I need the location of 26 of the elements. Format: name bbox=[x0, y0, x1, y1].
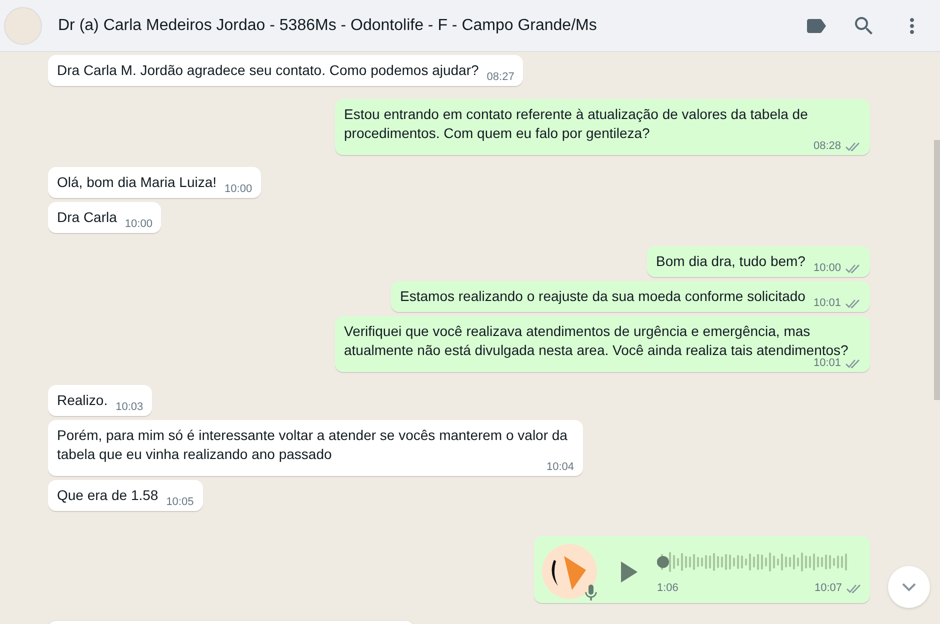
message-text: Que era de 1.58 bbox=[57, 486, 158, 505]
message-time: 10:05 bbox=[166, 495, 194, 509]
message-time: 10:00 bbox=[224, 182, 252, 196]
message-time: 08:27 bbox=[486, 70, 514, 84]
message-text: Dra Carla M. Jordão agradece seu contato. Como podemos ajudar? bbox=[57, 61, 479, 80]
message-time: 10:00 bbox=[124, 217, 152, 231]
message-text: Estou entrando em contato referente à atualização de valores da tabela de procedimentos. Com quem eu falo por gentileza? bbox=[344, 105, 809, 143]
message-text: Bom dia dra, tudo bem? bbox=[656, 252, 806, 271]
message-text: Dra Carla bbox=[57, 208, 117, 227]
chat-title: Dr (a) Carla Medeiros Jordao - 5386Ms - Odontolife - F - Campo Grande/Ms bbox=[58, 16, 597, 36]
message-time: 10:07 bbox=[814, 581, 842, 596]
message-time: 10:03 bbox=[116, 400, 144, 414]
message-text: Realizo. bbox=[57, 391, 108, 410]
scrollbar[interactable] bbox=[934, 140, 940, 400]
message-time: 10:04 bbox=[546, 460, 574, 474]
message-text: Estamos realizando o reajuste da sua moeda conforme solicitado bbox=[400, 287, 806, 306]
message-text: Porém, para mim só é interessante voltar a atender se vocês manterem o valor da tabela que eu vinha realizando ano passado bbox=[57, 426, 568, 462]
playback-thumb[interactable] bbox=[657, 556, 669, 568]
message-time: 10:00 bbox=[813, 261, 841, 275]
chevron-down-icon bbox=[902, 582, 916, 592]
message-time: 08:28 bbox=[813, 139, 841, 153]
message-text: Verifiquei que você realizava atendimentos de urgência e emergência, mas atualmente não está divulgada nesta area. Você ainda realiza tais atendimentos? bbox=[344, 322, 850, 358]
message-time: 10:01 bbox=[813, 296, 841, 310]
message-time: 10:01 bbox=[813, 356, 841, 370]
message-text: Olá, bom dia Maria Luiza! bbox=[57, 173, 217, 192]
audio-duration: 1:06 bbox=[657, 581, 678, 596]
